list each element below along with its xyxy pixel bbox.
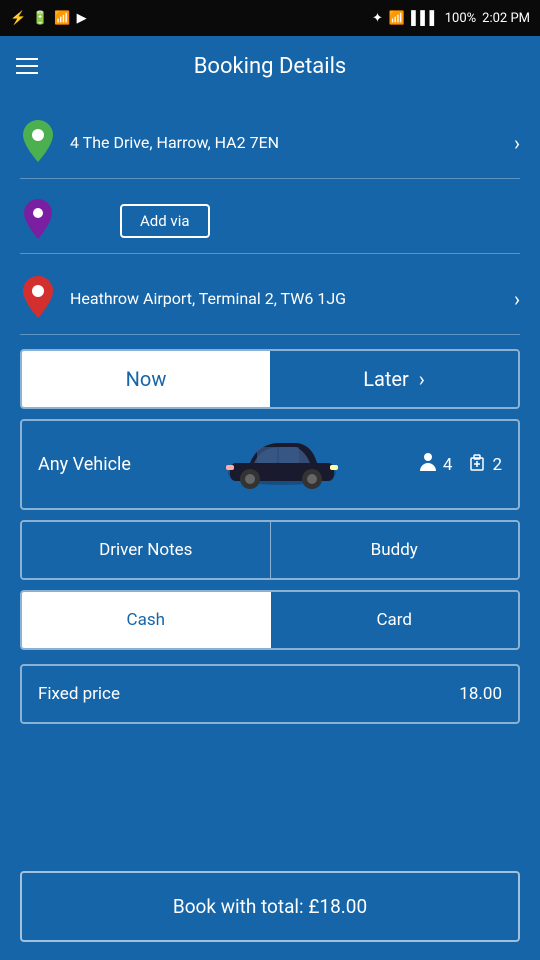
later-label: Later: [363, 367, 409, 391]
price-label: Fixed price: [38, 684, 120, 704]
destination-pin-icon: [20, 276, 56, 322]
destination-row[interactable]: Heathrow Airport, Terminal 2, TW6 1JG ›: [20, 264, 520, 335]
timing-section: Now Later ›: [20, 349, 520, 409]
person-icon: [417, 451, 439, 478]
card-button[interactable]: Card: [271, 592, 519, 648]
luggage-count: 2: [466, 451, 502, 478]
via-pin-icon: [20, 199, 56, 243]
luggage-icon: [466, 451, 488, 478]
battery-icon-small: 🔋: [32, 11, 48, 26]
pickup-pin-icon: [20, 120, 56, 166]
add-via-button[interactable]: Add via: [120, 204, 210, 238]
sim-icon: 📶: [54, 11, 70, 26]
book-button-container: Book with total: £18.00: [20, 871, 520, 942]
payment-row: Cash Card: [20, 590, 520, 650]
vehicle-meta: 4 2: [417, 451, 502, 478]
later-chevron-icon: ›: [419, 367, 425, 391]
signal-icon: ▌▌▌: [411, 10, 439, 26]
pickup-chevron-icon: ›: [514, 131, 520, 155]
luggage-number: 2: [492, 455, 502, 475]
action-buttons-row: Driver Notes Buddy: [20, 520, 520, 580]
wifi-icon: 📶: [389, 11, 405, 26]
price-value: 18.00: [459, 684, 502, 704]
main-content: 4 The Drive, Harrow, HA2 7EN › Add via H…: [0, 96, 540, 736]
vehicle-label: Any Vehicle: [38, 454, 148, 475]
buddy-button[interactable]: Buddy: [271, 522, 519, 578]
battery-percent: 100%: [445, 11, 476, 26]
price-section: Fixed price 18.00: [20, 664, 520, 724]
passenger-count: 4: [417, 451, 453, 478]
cash-button[interactable]: Cash: [22, 592, 271, 648]
play-icon: ▶: [77, 11, 87, 26]
pickup-address: 4 The Drive, Harrow, HA2 7EN: [70, 133, 500, 154]
destination-address: Heathrow Airport, Terminal 2, TW6 1JG: [70, 289, 500, 310]
usb-icon: ⚡: [10, 11, 26, 26]
status-bar: ⚡ 🔋 📶 ▶ ✦ 📶 ▌▌▌ 100% 2:02 PM: [0, 0, 540, 36]
time-display: 2:02 PM: [482, 11, 530, 26]
menu-button[interactable]: [16, 58, 38, 74]
header: Booking Details: [0, 36, 540, 96]
destination-chevron-icon: ›: [514, 287, 520, 311]
vehicle-section[interactable]: Any Vehicle: [20, 419, 520, 510]
status-bar-left: ⚡ 🔋 📶 ▶: [10, 11, 87, 26]
status-bar-right: ✦ 📶 ▌▌▌ 100% 2:02 PM: [372, 10, 530, 26]
driver-notes-button[interactable]: Driver Notes: [22, 522, 271, 578]
book-button[interactable]: Book with total: £18.00: [20, 871, 520, 942]
now-button[interactable]: Now: [22, 351, 270, 407]
later-button[interactable]: Later ›: [270, 351, 518, 407]
add-via-row: Add via: [20, 189, 520, 254]
page-title: Booking Details: [58, 54, 482, 79]
pickup-row[interactable]: 4 The Drive, Harrow, HA2 7EN ›: [20, 108, 520, 179]
car-icon: [158, 435, 407, 494]
passenger-number: 4: [443, 455, 453, 475]
bluetooth-icon: ✦: [372, 11, 383, 26]
